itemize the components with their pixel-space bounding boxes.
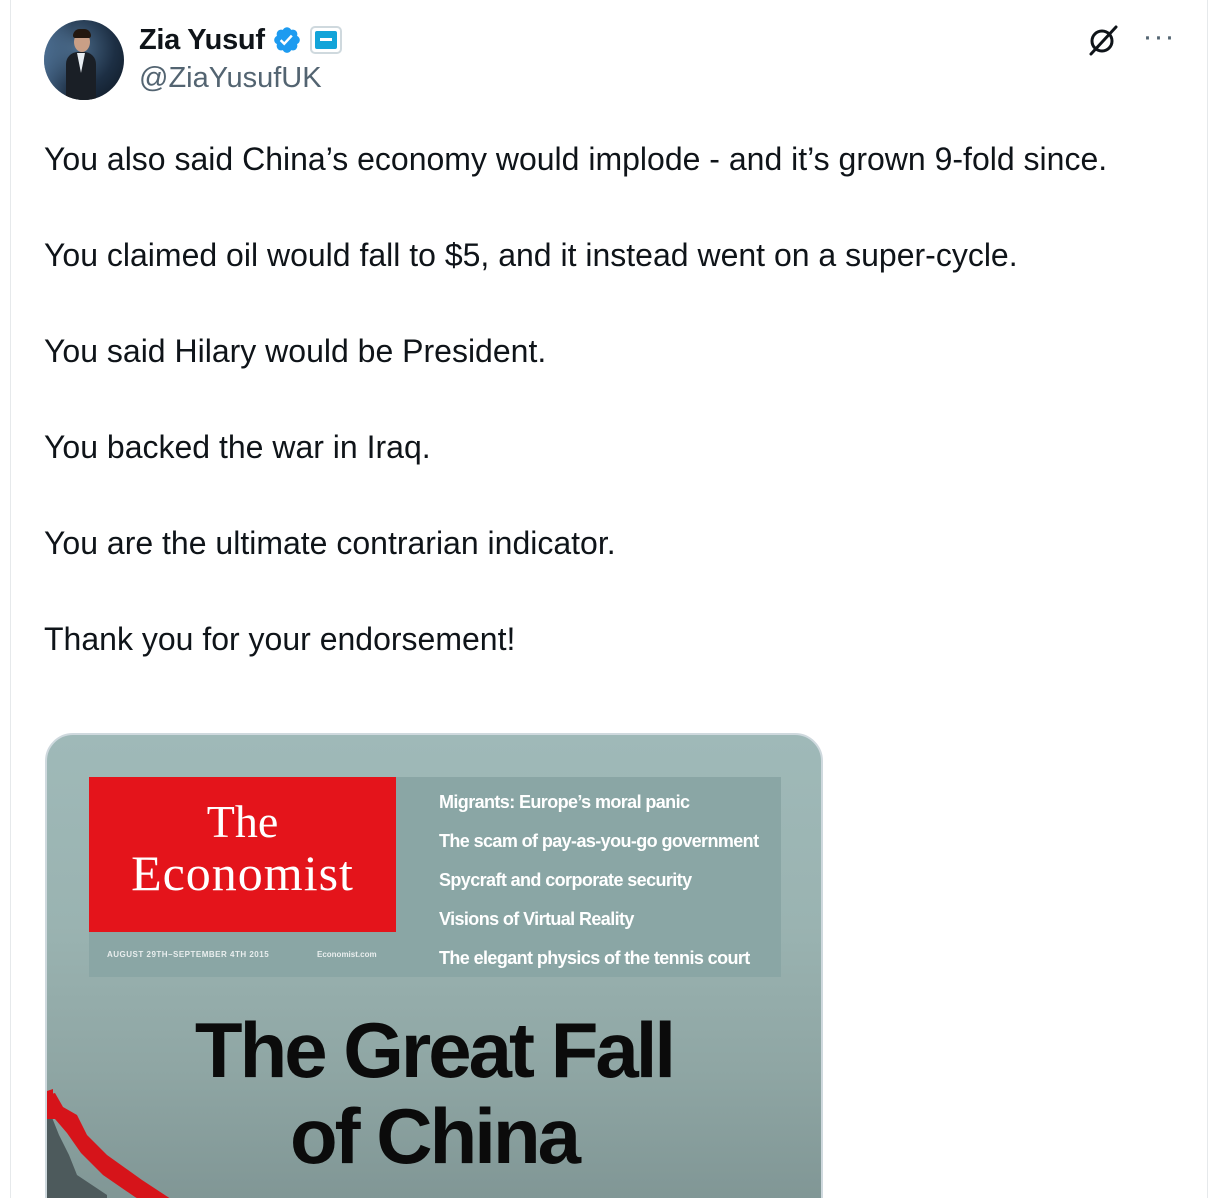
tweet-paragraph: You claimed oil would fall to $5, and it… <box>44 237 1018 273</box>
more-options-icon[interactable]: ··· <box>1142 22 1176 56</box>
author-name[interactable]: Zia Yusuf <box>139 24 265 57</box>
tweet-card: Zia Yusuf @ZiaYusufUK ··· You also said … <box>10 0 1208 1198</box>
great-wall-illustration <box>47 1089 170 1198</box>
author-handle[interactable]: @ZiaYusufUK <box>139 62 322 95</box>
tweet-paragraph: You backed the war in Iraq. <box>44 429 431 465</box>
author-row: Zia Yusuf <box>139 22 342 58</box>
grok-icon[interactable] <box>1085 22 1121 58</box>
avatar[interactable] <box>44 20 124 100</box>
affiliate-badge-icon[interactable] <box>309 26 342 54</box>
tweet-paragraph: You also said China’s economy would impl… <box>44 141 1108 177</box>
tweet-paragraph: You said Hilary would be President. <box>44 333 547 369</box>
tweet-paragraph: Thank you for your endorsement! <box>44 621 516 657</box>
tweet-text: You also said China’s economy would impl… <box>44 135 1164 663</box>
tweet-media-image[interactable]: The Economist AUGUST 29TH–SEPTEMBER 4TH … <box>45 733 823 1198</box>
tweet-paragraph: You are the ultimate contrarian indicato… <box>44 525 616 561</box>
verified-badge-icon <box>273 27 300 53</box>
